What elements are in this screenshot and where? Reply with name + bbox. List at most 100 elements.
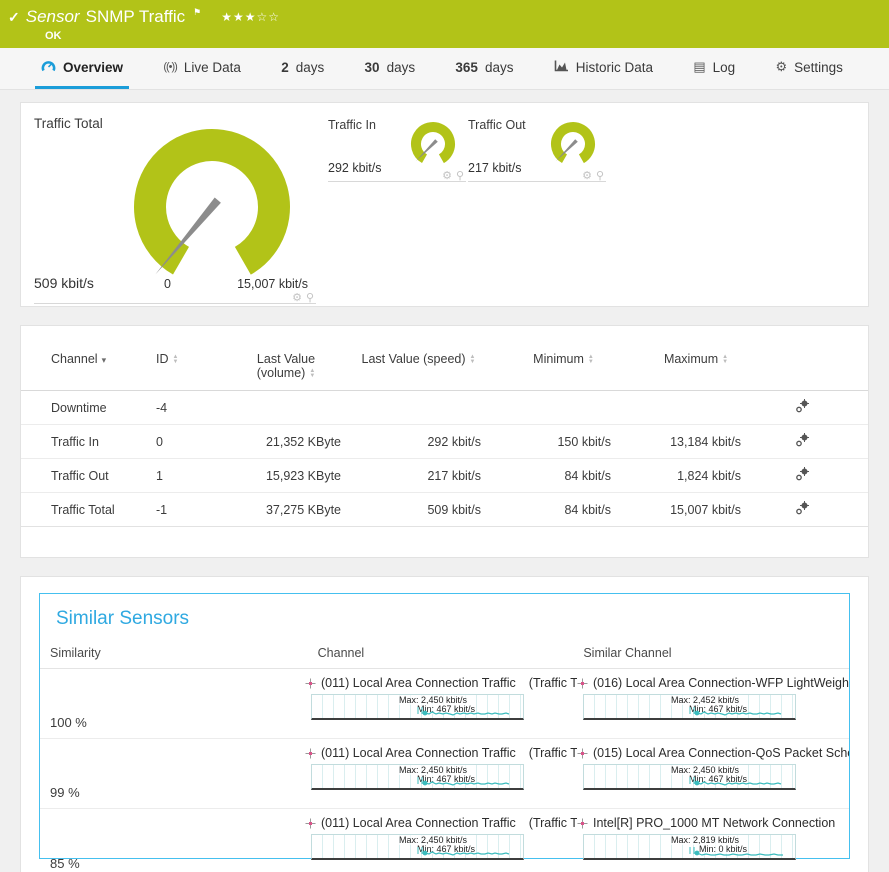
similar-sensor-row: 100 % (011) Local Area Connection Traffi… <box>40 669 849 739</box>
channel-link[interactable]: Intel[R] PRO_1000 MT Network Connection … <box>577 816 849 830</box>
gauge-traffic-total: Traffic Total 509 kbit/s 0 15,007 kbit/s… <box>34 116 316 304</box>
gauge-pin-icon[interactable]: ⚲ <box>596 170 604 182</box>
sort-icon: ▲▼ <box>309 369 315 379</box>
col-header-last-value-volume[interactable]: Last Value (volume)▲▼ <box>231 346 356 391</box>
tab-30-days[interactable]: 30 days <box>359 48 422 89</box>
sort-icon: ▲▼ <box>173 355 179 365</box>
channel-minigraph[interactable]: Max: 2,450 kbit/s Min: 467 kbit/s <box>311 694 524 720</box>
sort-icon: ▲▼ <box>470 355 476 365</box>
col-header-maximum[interactable]: Maximum▲▼ <box>651 346 786 391</box>
tab-historic-data[interactable]: Historic Data <box>548 48 659 89</box>
channel-cell: (011) Local Area Connection Traffic (Tra… <box>305 669 577 738</box>
channel-name: Traffic Total <box>21 493 156 527</box>
similarity-value: 99 % <box>40 739 305 808</box>
sensor-header: ✓ Sensor SNMP Traffic ⚑ ★★★☆☆ OK <box>0 0 889 48</box>
gear-icon: ⚙ <box>775 59 787 75</box>
gauge-traffic-in: Traffic In 292 kbit/s ⚙⚲ <box>328 116 466 182</box>
move-icon <box>577 678 588 689</box>
gauge-pin-icon[interactable]: ⚲ <box>306 292 314 304</box>
similarity-value: 85 % <box>40 809 305 872</box>
tab-live-data[interactable]: ((•)) Live Data <box>157 48 247 89</box>
similar-channel-cell: Intel[R] PRO_1000 MT Network Connection … <box>577 809 849 872</box>
traffic-out-gauge <box>544 118 602 172</box>
move-icon <box>305 818 316 829</box>
page-title: SNMP Traffic <box>86 7 186 27</box>
gauge-settings-gear-icon[interactable]: ⚙ <box>582 170 592 182</box>
col-header-id[interactable]: ID▲▼ <box>156 346 231 391</box>
gauge-value: 292 kbit/s <box>328 161 382 175</box>
edit-channel-icon[interactable] <box>795 504 810 518</box>
tab-label: Settings <box>794 60 843 75</box>
channel-link[interactable]: (011) Local Area Connection Traffic (Tra… <box>305 816 577 830</box>
sort-icon: ▲▼ <box>588 355 594 365</box>
tab-bar: Overview ((•)) Live Data 2 days 30 days … <box>0 48 889 90</box>
col-header-channel: Channel <box>318 646 584 660</box>
table-row-downtime: Downtime -4 <box>21 391 868 425</box>
similar-sensor-row: 85 % (011) Local Area Connection Traffic… <box>40 809 849 872</box>
priority-flag-icon[interactable]: ⚑ <box>193 7 201 18</box>
similar-channel-cell: (015) Local Area Connection-QoS Packet S… <box>577 739 849 808</box>
channel-link[interactable]: (015) Local Area Connection-QoS Packet S… <box>577 746 849 760</box>
sort-desc-icon: ▾ <box>102 355 107 365</box>
tab-2-days[interactable]: 2 days <box>275 48 330 89</box>
gauges-card: Traffic Total 509 kbit/s 0 15,007 kbit/s… <box>20 102 869 307</box>
gauge-scale-max: 15,007 kbit/s <box>237 277 308 291</box>
channel-name: Traffic Out <box>21 459 156 493</box>
gauge-settings-gear-icon[interactable]: ⚙ <box>292 292 302 304</box>
gauge-scale-min: 0 <box>164 277 171 291</box>
gauge-icon <box>41 59 56 75</box>
channel-minigraph[interactable]: Max: 2,450 kbit/s Min: 467 kbit/s <box>311 834 524 860</box>
sensor-page: ✓ Sensor SNMP Traffic ⚑ ★★★☆☆ OK Overvie… <box>0 0 889 872</box>
move-icon <box>305 678 316 689</box>
move-icon <box>305 748 316 759</box>
channel-minigraph[interactable]: Max: 2,450 kbit/s Min: 467 kbit/s <box>583 764 796 790</box>
status-check-icon: ✓ <box>8 9 20 26</box>
channel-link[interactable]: (016) Local Area Connection-WFP LightWei… <box>577 676 849 690</box>
table-row-traffic-in: Traffic In 0 21,352 KByte 292 kbit/s 150… <box>21 425 868 459</box>
priority-stars[interactable]: ★★★☆☆ <box>221 10 280 24</box>
edit-channel-icon[interactable] <box>795 402 810 416</box>
sort-icon: ▲▼ <box>722 355 728 365</box>
tab-log[interactable]: ▤ Log <box>687 48 741 89</box>
tab-label: Historic Data <box>576 60 653 75</box>
table-row-traffic-out: Traffic Out 1 15,923 KByte 217 kbit/s 84… <box>21 459 868 493</box>
gauge-value: 217 kbit/s <box>468 161 522 175</box>
channel-table: Channel▾ ID▲▼ Last Value (volume)▲▼ Last… <box>21 346 868 527</box>
tab-label: Log <box>713 60 736 75</box>
similar-sensors-card: Similar Sensors Similarity Channel Simil… <box>20 576 869 872</box>
status-badge: OK <box>45 30 879 42</box>
col-header-last-value-speed[interactable]: Last Value (speed)▲▼ <box>356 346 516 391</box>
gauge-pin-icon[interactable]: ⚲ <box>456 170 464 182</box>
tab-label: Overview <box>63 60 123 75</box>
traffic-in-gauge <box>404 118 462 172</box>
similar-channel-cell: (016) Local Area Connection-WFP LightWei… <box>577 669 849 738</box>
broadcast-icon: ((•)) <box>163 61 177 73</box>
channel-minigraph[interactable]: Max: 2,450 kbit/s Min: 467 kbit/s <box>311 764 524 790</box>
gauge-value: 509 kbit/s <box>34 275 126 291</box>
tab-365-days[interactable]: 365 days <box>449 48 519 89</box>
similar-sensor-row: 99 % (011) Local Area Connection Traffic… <box>40 739 849 809</box>
sensor-type-label: Sensor <box>26 7 80 27</box>
tab-settings[interactable]: ⚙ Settings <box>769 48 848 89</box>
edit-channel-icon[interactable] <box>795 436 810 450</box>
col-header-similar-channel: Similar Channel <box>583 646 849 660</box>
channel-minigraph[interactable]: Max: 2,819 kbit/s Min: 0 kbit/s <box>583 834 796 860</box>
channel-cell: (011) Local Area Connection Traffic (Tra… <box>305 809 577 872</box>
edit-channel-icon[interactable] <box>795 470 810 484</box>
col-header-channel[interactable]: Channel▾ <box>21 346 156 391</box>
similar-sensors-title: Similar Sensors <box>56 608 849 630</box>
tab-label: Live Data <box>184 60 241 75</box>
similar-sensors-box: Similar Sensors Similarity Channel Simil… <box>39 593 850 859</box>
gauge-traffic-out: Traffic Out 217 kbit/s ⚙⚲ <box>468 116 606 182</box>
similarity-value: 100 % <box>40 669 305 738</box>
col-header-minimum[interactable]: Minimum▲▼ <box>516 346 651 391</box>
move-icon <box>577 748 588 759</box>
channel-name: Traffic In <box>21 425 156 459</box>
channel-minigraph[interactable]: Max: 2,452 kbit/s Min: 467 kbit/s <box>583 694 796 720</box>
channel-link[interactable]: (011) Local Area Connection Traffic (Tra… <box>305 676 577 690</box>
channel-name: Downtime <box>21 391 156 425</box>
channel-link[interactable]: (011) Local Area Connection Traffic (Tra… <box>305 746 577 760</box>
tab-overview[interactable]: Overview <box>35 48 129 89</box>
gauge-settings-gear-icon[interactable]: ⚙ <box>442 170 452 182</box>
log-icon: ▤ <box>693 59 705 75</box>
